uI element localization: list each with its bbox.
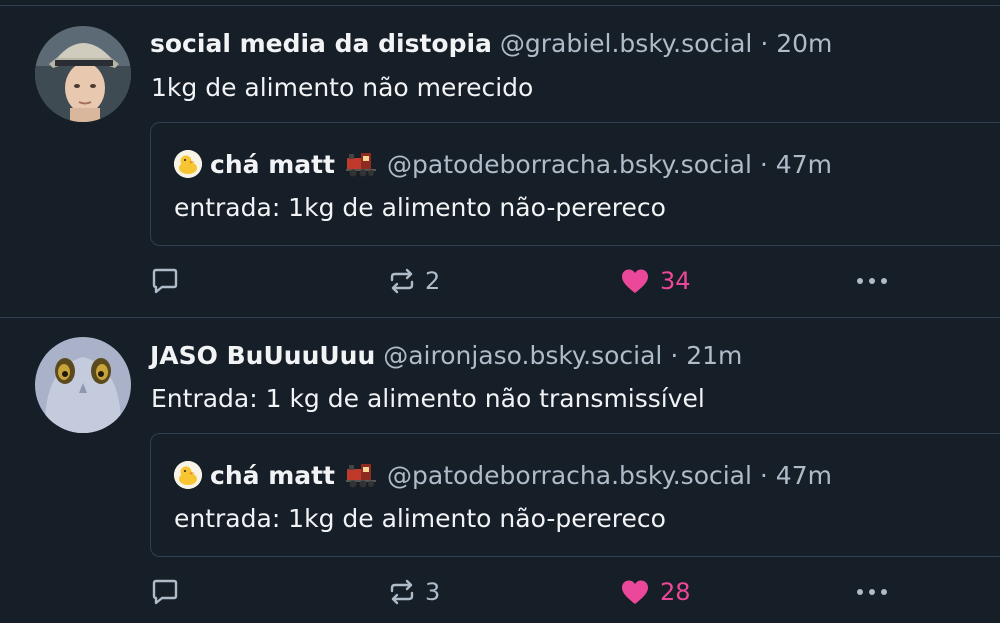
post-header: JASO BuUuuUuu @aironjaso.bsky.social · 2…	[150, 341, 742, 371]
post-text: Entrada: 1 kg de alimento não transmissí…	[151, 384, 705, 413]
like-button[interactable]: 28	[620, 574, 691, 610]
post-timestamp[interactable]: 21m	[686, 341, 742, 370]
author-avatar[interactable]	[35, 26, 131, 122]
repost-count: 3	[425, 578, 441, 606]
quote-author-handle[interactable]: @patodeborracha.bsky.social	[387, 150, 752, 179]
feed: social media da distopia @grabiel.bsky.s…	[0, 0, 1000, 623]
post[interactable]: social media da distopia @grabiel.bsky.s…	[0, 6, 1000, 317]
quote-text: entrada: 1kg de alimento não-perereco	[174, 504, 666, 533]
repost-button[interactable]: 2	[387, 263, 440, 299]
rubber-duck-avatar-icon	[174, 461, 202, 489]
author-avatar[interactable]	[35, 337, 131, 433]
like-button[interactable]: 34	[620, 263, 691, 299]
post-actions: 2 34	[150, 263, 910, 299]
quote-timestamp[interactable]: 47m	[776, 150, 832, 179]
quote-meta-separator: ·	[751, 461, 776, 490]
reply-icon	[152, 579, 178, 605]
reply-icon	[152, 268, 178, 294]
quote-timestamp[interactable]: 47m	[776, 461, 832, 490]
author-handle[interactable]: @grabiel.bsky.social	[500, 29, 753, 58]
like-count: 28	[660, 578, 691, 606]
steam-locomotive-emoji-icon	[345, 461, 377, 489]
meta-separator: ·	[662, 341, 687, 370]
more-options-button[interactable]	[855, 574, 889, 610]
post-header: social media da distopia @grabiel.bsky.s…	[150, 29, 832, 59]
rubber-duck-avatar-icon	[174, 150, 202, 178]
quote-text: entrada: 1kg de alimento não-perereco	[174, 193, 666, 222]
heart-filled-icon	[622, 580, 648, 604]
more-horizontal-icon	[857, 589, 887, 595]
more-horizontal-icon	[857, 278, 887, 284]
meta-separator: ·	[752, 29, 777, 58]
quote-header: chá matt @patodeborracha.bsky.social · 4…	[174, 150, 832, 180]
heart-filled-icon	[622, 269, 648, 293]
quoted-post[interactable]: chá matt @patodeborracha.bsky.social · 4…	[150, 122, 1000, 246]
post-text: 1kg de alimento não merecido	[151, 73, 534, 102]
avatar-photo-person-hat-icon	[35, 26, 131, 122]
steam-locomotive-emoji-icon	[345, 150, 377, 178]
author-display-name[interactable]: JASO BuUuuUuu	[150, 341, 375, 370]
post-timestamp[interactable]: 20m	[776, 29, 832, 58]
quote-author-display-name[interactable]: chá matt	[210, 150, 335, 179]
reply-button[interactable]	[150, 263, 180, 299]
like-count: 34	[660, 267, 691, 295]
reply-button[interactable]	[150, 574, 180, 610]
quote-meta-separator: ·	[751, 150, 776, 179]
repost-icon	[390, 579, 414, 605]
quote-author-handle[interactable]: @patodeborracha.bsky.social	[387, 461, 752, 490]
avatar-ghost-icon	[35, 337, 131, 433]
author-display-name[interactable]: social media da distopia	[150, 29, 492, 58]
quoted-post[interactable]: chá matt @patodeborracha.bsky.social · 4…	[150, 433, 1000, 557]
quote-header: chá matt @patodeborracha.bsky.social · 4…	[174, 461, 832, 491]
repost-icon	[390, 268, 414, 294]
repost-count: 2	[425, 267, 441, 295]
quote-author-display-name[interactable]: chá matt	[210, 461, 335, 490]
author-handle[interactable]: @aironjaso.bsky.social	[383, 341, 662, 370]
repost-button[interactable]: 3	[387, 574, 440, 610]
post-actions: 3 28	[150, 574, 910, 610]
more-options-button[interactable]	[855, 263, 889, 299]
post[interactable]: JASO BuUuuUuu @aironjaso.bsky.social · 2…	[0, 318, 1000, 623]
